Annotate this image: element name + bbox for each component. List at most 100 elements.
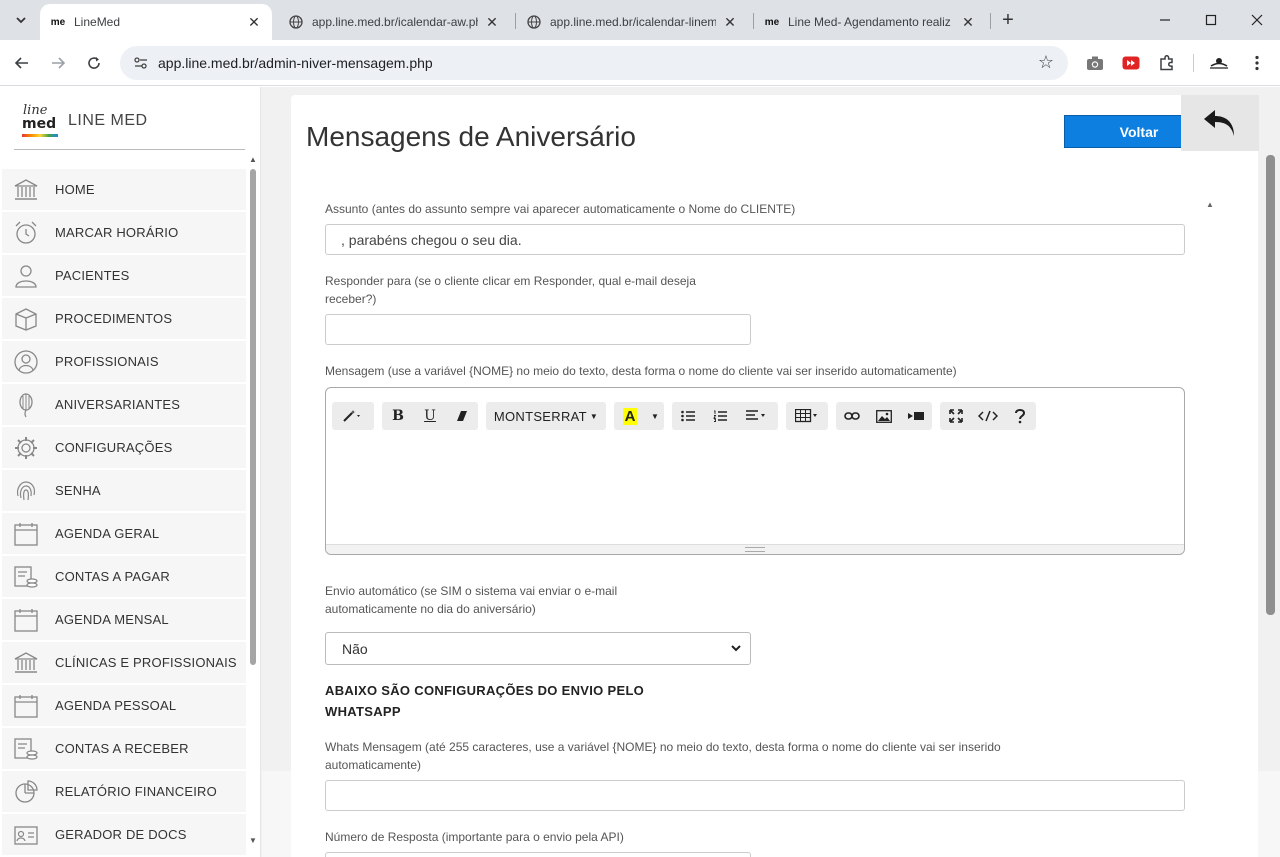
editor-resize-handle[interactable] [326, 544, 1184, 554]
ordered-list-button[interactable] [704, 402, 736, 430]
scrollbar-thumb[interactable] [250, 169, 256, 665]
close-icon[interactable]: ✕ [246, 14, 262, 30]
envio-label: Envio automático (se SIM o sistema vai e… [325, 582, 617, 618]
unordered-list-button[interactable] [672, 402, 704, 430]
tab-icalendar-aw[interactable]: app.line.med.br/icalendar-aw.ph ✕ [278, 4, 510, 40]
maximize-button[interactable] [1188, 0, 1234, 40]
sidebar-item-label: AGENDA PESSOAL [55, 698, 177, 713]
whats-mensagem-input[interactable] [325, 780, 1185, 811]
table-group [786, 402, 828, 430]
sidebar-item-profissionais[interactable]: PROFISSIONAIS [2, 341, 246, 382]
reload-button[interactable] [80, 49, 108, 77]
sidebar-item-aniversariantes[interactable]: ANIVERSARIANTES [2, 384, 246, 425]
sidebar-item-agenda-pessoal[interactable]: AGENDA PESSOAL [2, 685, 246, 726]
responder-label: Responder para (se o cliente clicar em R… [325, 272, 696, 308]
url-text: app.line.med.br/admin-niver-mensagem.php [158, 55, 433, 71]
sidebar-item-label: HOME [55, 182, 95, 197]
envio-automatico-select[interactable]: Não [325, 632, 751, 665]
close-window-button[interactable] [1234, 0, 1280, 40]
calendar-icon [12, 692, 40, 720]
more-menu-icon[interactable] [1246, 52, 1268, 74]
sidebar-item-label: CONTAS A RECEBER [55, 741, 189, 756]
font-family-dropdown[interactable]: MONTSERRAT ▼ [486, 402, 606, 430]
insert-video-button[interactable] [900, 402, 932, 430]
magic-wand-icon [343, 410, 360, 422]
view-group [940, 402, 1036, 430]
sidebar-item-label: CLÍNICAS E PROFISSIONAIS [55, 655, 237, 670]
sidebar-item-clinicas-e-profissionais[interactable]: CLÍNICAS E PROFISSIONAIS [2, 642, 246, 683]
tab-title: Line Med- Agendamento realiz [788, 15, 951, 29]
mensagem-label: Mensagem (use a variável {NOME} no meio … [325, 364, 957, 378]
align-dropdown-button[interactable] [736, 402, 778, 430]
new-tab-button[interactable]: + [996, 8, 1020, 32]
forward-button[interactable] [44, 49, 72, 77]
sidebar-item-agenda-mensal[interactable]: AGENDA MENSAL [2, 599, 246, 640]
collapse-up-icon[interactable]: ▲ [1206, 200, 1214, 209]
eraser-icon [457, 411, 467, 421]
extensions-puzzle-icon[interactable] [1156, 52, 1178, 74]
sidebar-item-home[interactable]: HOME [2, 169, 246, 210]
back-button[interactable] [8, 49, 36, 77]
close-icon[interactable]: ✕ [722, 14, 738, 30]
underline-button[interactable]: U [414, 402, 446, 430]
numero-resposta-input[interactable] [325, 852, 751, 857]
bill-coins-icon [12, 735, 40, 763]
responder-email-input[interactable] [325, 314, 751, 345]
envio-selected-value: Não [342, 640, 368, 657]
help-button[interactable] [1004, 402, 1036, 430]
clear-format-button[interactable] [446, 402, 478, 430]
user-circle-icon [12, 348, 40, 376]
text-color-button[interactable]: A [614, 402, 646, 430]
brand[interactable]: line med LINE MED [20, 103, 148, 139]
site-settings-icon[interactable] [132, 54, 150, 72]
fullscreen-button[interactable] [940, 402, 972, 430]
sidebar-item-label: GERADOR DE DOCS [55, 827, 187, 842]
sidebar-item-configuracoes[interactable]: CONFIGURAÇÕES [2, 427, 246, 468]
sidebar-item-pacientes[interactable]: PACIENTES [2, 255, 246, 296]
whats-label-line-2: automaticamente) [325, 758, 422, 772]
sidebar-item-contas-a-receber[interactable]: CONTAS A RECEBER [2, 728, 246, 769]
align-left-icon [746, 410, 765, 420]
message-editor[interactable]: B U MONTSERRAT ▼ A ▼ [325, 387, 1185, 555]
sidebar-item-relatorio-financeiro[interactable]: RELATÓRIO FINANCEIRO [2, 771, 246, 812]
insert-image-button[interactable] [868, 402, 900, 430]
color-dropdown-button[interactable]: ▼ [646, 402, 664, 430]
video-extension-icon[interactable] [1120, 52, 1142, 74]
magic-style-button[interactable] [332, 402, 374, 430]
scroll-up-icon[interactable]: ▲ [249, 155, 257, 164]
box-icon [12, 305, 40, 333]
address-bar[interactable]: app.line.med.br/admin-niver-mensagem.php… [120, 46, 1068, 80]
sidebar-item-procedimentos[interactable]: PROCEDIMENTOS [2, 298, 246, 339]
sidebar-item-marcar-horario[interactable]: MARCAR HORÁRIO [2, 212, 246, 253]
sidebar-item-label: AGENDA MENSAL [55, 612, 169, 627]
page-scrollbar-thumb[interactable] [1266, 155, 1275, 615]
sidebar-item-contas-a-pagar[interactable]: CONTAS A PAGAR [2, 556, 246, 597]
close-icon[interactable]: ✕ [960, 14, 976, 30]
numero-resposta-label: Número de Resposta (importante para o en… [325, 830, 624, 844]
sidebar-item-gerador-de-docs[interactable]: GERADOR DE DOCS [2, 814, 246, 855]
scroll-down-icon[interactable]: ▼ [249, 836, 257, 845]
bold-button[interactable]: B [382, 402, 414, 430]
table-dropdown-button[interactable] [786, 402, 828, 430]
close-icon[interactable]: ✕ [484, 14, 500, 30]
sidebar-item-senha[interactable]: SENHA [2, 470, 246, 511]
camera-icon[interactable] [1084, 52, 1106, 74]
sidebar-item-agenda-geral[interactable]: AGENDA GERAL [2, 513, 246, 554]
sidebar-scrollbar[interactable]: ▲ ▼ [248, 155, 260, 845]
tab-icalendar-linem[interactable]: app.line.med.br/icalendar-linem ✕ [516, 4, 748, 40]
minimize-button[interactable] [1142, 0, 1188, 40]
tab-agendamento[interactable]: me Line Med- Agendamento realiz ✕ [754, 4, 986, 40]
insert-link-button[interactable] [836, 402, 868, 430]
font-style-group: B U [382, 402, 478, 430]
code-view-button[interactable] [972, 402, 1004, 430]
tab-title: app.line.med.br/icalendar-aw.ph [312, 15, 478, 29]
profile-avatar-icon[interactable] [1208, 52, 1230, 74]
assunto-input[interactable]: , parabéns chegou o seu dia. [325, 224, 1185, 255]
back-button[interactable] [1181, 95, 1259, 151]
tab-search-button[interactable] [8, 8, 34, 32]
bookmark-star-icon[interactable]: ☆ [1038, 52, 1054, 73]
main-card: Mensagens de Aniversário Voltar ▲ Assunt… [291, 95, 1259, 857]
tab-linemed[interactable]: me LineMed ✕ [40, 4, 272, 40]
tab-title: app.line.med.br/icalendar-linem [550, 15, 716, 29]
editor-toolbar: B U MONTSERRAT ▼ A ▼ [332, 402, 1044, 432]
